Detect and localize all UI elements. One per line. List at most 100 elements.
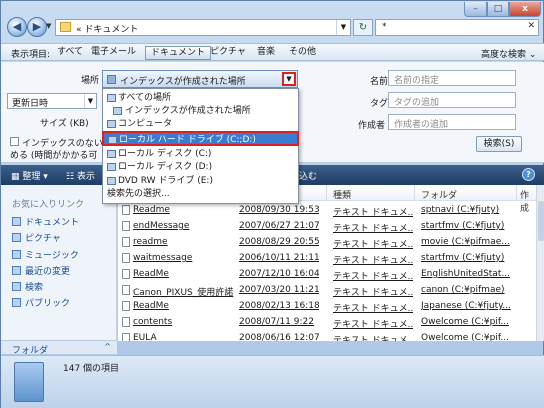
filter-tab-pictures[interactable]: ピクチャ — [205, 46, 251, 60]
table-row[interactable]: ReadMe 2007/12/10 16:04 テキスト ドキュメ... Englis… — [118, 267, 536, 283]
file-folder: EnglishUnitedStat... — [421, 269, 510, 279]
column-header-folder[interactable]: フォルダ — [421, 188, 457, 201]
table-row[interactable]: endMessage 2007/06/27 21:07 テキスト ドキュメ... st… — [118, 219, 536, 235]
author-field[interactable]: 作成者の追加 — [388, 114, 516, 130]
filter-tab-email[interactable]: 電子メール — [86, 46, 141, 60]
menu-item[interactable]: ローカル ディスク (D:) — [104, 161, 297, 174]
menu-item[interactable]: すべての場所 — [104, 92, 297, 105]
author-label: 作成者 — [358, 121, 386, 131]
date-combo-value: 更新日時 — [12, 99, 49, 109]
breadcrumb[interactable]: « ドキュメント — [76, 22, 138, 35]
drive-icon — [107, 150, 116, 158]
history-dropdown-icon[interactable]: ▼ — [46, 22, 51, 30]
file-date: 2008/02/13 16:18 — [239, 301, 319, 311]
refresh-button[interactable]: ↻ — [353, 19, 373, 36]
column-header-type[interactable]: 種類 — [333, 188, 351, 201]
file-date: 2008/06/16 12:07 — [239, 333, 319, 341]
nav-public[interactable]: パブリック — [12, 296, 70, 309]
search-input[interactable]: * ✕ — [375, 19, 539, 36]
search-button[interactable]: 検索(S) — [476, 136, 522, 152]
save-search-button[interactable]: 込む — [299, 169, 317, 182]
address-dropdown-icon[interactable]: ▼ — [336, 20, 350, 35]
file-name: Readme — [133, 205, 170, 215]
nav-pictures-label: ピクチャ — [25, 234, 61, 244]
date-dropdown-icon[interactable]: ▼ — [84, 94, 96, 108]
organize-menu[interactable]: ▦ 整理 ▾ — [11, 169, 48, 182]
text-file-icon — [122, 253, 130, 263]
nav-recent-changes[interactable]: 最近の変更 — [12, 264, 70, 277]
view-icon: ☷ — [66, 172, 75, 182]
nav-searches[interactable]: 検索 — [12, 280, 43, 293]
nav-music[interactable]: ミュージック — [12, 248, 79, 261]
close-button[interactable]: x — [509, 2, 541, 17]
filter-tab-documents[interactable]: ドキュメント — [145, 46, 212, 60]
nav-documents-label: ドキュメント — [25, 218, 80, 228]
table-row[interactable]: contents 2008/07/11 9:22 テキスト ドキュメ... Owelc… — [118, 315, 536, 331]
menu-item[interactable]: DVD RW ドライブ (E:) — [104, 175, 297, 188]
address-bar: ◀ ▶ ▼ « ドキュメント ▼ ↻ * ✕ – □ x — [1, 1, 544, 41]
help-icon[interactable]: ? — [522, 168, 535, 181]
column-separator[interactable] — [516, 185, 517, 201]
text-file-icon — [122, 221, 130, 231]
menu-item[interactable]: インデックスが作成された場所 — [104, 105, 297, 118]
clear-search-icon[interactable]: ✕ — [527, 21, 535, 31]
file-folder: Japanese (C:¥fjuty... — [421, 301, 511, 311]
chevron-up-icon: ^ — [104, 342, 111, 351]
vertical-scrollbar[interactable] — [536, 185, 544, 341]
file-folder: movie (C:¥pifmae... — [421, 237, 510, 247]
menu-item[interactable]: ローカル ディスク (C:) — [104, 148, 297, 161]
menu-item[interactable]: 検索先の選択... — [104, 188, 297, 201]
search-value: * — [382, 22, 387, 32]
file-name: waitmessage — [133, 253, 193, 263]
table-row[interactable]: EULA 2008/06/16 12:07 テキスト ドキュメ... Owelcome… — [118, 331, 536, 341]
favorite-links-pane: お気に入りリンク ドキュメント ピクチャ ミュージック 最近の変更 検索 パブリ… — [1, 185, 117, 341]
file-folder: canon (C:¥pifmae) — [421, 285, 505, 295]
back-button[interactable]: ◀ — [7, 17, 27, 37]
menu-item-label: 検索先の選択... — [107, 189, 170, 199]
location-combo[interactable]: インデックスが作成された場所 ▼ — [102, 70, 298, 88]
folders-toggle[interactable]: フォルダ ^ — [1, 340, 117, 356]
tag-field[interactable]: タグの追加 — [388, 92, 516, 108]
table-row[interactable]: ReadMe 2008/02/13 16:18 テキスト ドキュメ... Japane… — [118, 299, 536, 315]
file-date: 2008/09/30 19:53 — [239, 205, 319, 215]
table-row[interactable]: Readme 2008/09/30 19:53 テキスト ドキュメ... sptnav… — [118, 203, 536, 219]
table-row[interactable]: waitmessage 2006/10/11 21:11 テキスト ドキュメ... s… — [118, 251, 536, 267]
menu-item[interactable]: ローカル ハード ドライブ (C:;D:) — [102, 131, 299, 146]
forward-button[interactable]: ▶ — [27, 17, 47, 37]
file-name: ReadMe — [133, 269, 169, 279]
maximize-button[interactable]: □ — [487, 2, 509, 17]
column-separator[interactable] — [326, 185, 327, 201]
explorer-window: ◀ ▶ ▼ « ドキュメント ▼ ↻ * ✕ – □ x 表示項目: すべて 電… — [0, 0, 544, 408]
address-box[interactable]: « ドキュメント ▼ — [55, 19, 351, 36]
name-label: 名前 — [370, 77, 389, 87]
advanced-search-toggle[interactable]: 高度な検索 ⌄ — [481, 47, 536, 60]
table-row[interactable]: Canon_PIXUS_使用許諾 2007/03/20 11:21 テキスト ドキュ… — [118, 283, 536, 299]
filter-tab-all[interactable]: すべて — [52, 46, 88, 60]
scrollbar-thumb[interactable] — [538, 201, 544, 241]
minimize-button[interactable]: – — [464, 2, 487, 17]
nav-documents[interactable]: ドキュメント — [12, 215, 80, 228]
view-label: 表示 — [76, 172, 95, 182]
location-dropdown-menu: すべての場所 インデックスが作成された場所 コンピュータ ローカル ハード ドライブ … — [102, 88, 299, 204]
menu-item-label: ローカル ディスク (C:) — [118, 149, 212, 159]
table-row[interactable]: readme 2008/08/29 20:55 テキスト ドキュメ... movie … — [118, 235, 536, 251]
nav-pictures[interactable]: ピクチャ — [12, 231, 61, 244]
organize-label: 整理 — [22, 172, 41, 182]
drive-icon — [107, 94, 116, 102]
text-file-icon — [122, 317, 130, 327]
view-menu[interactable]: ☷ 表示 — [66, 169, 95, 182]
drive-icon — [107, 163, 116, 171]
filter-tab-other[interactable]: その他 — [284, 46, 321, 60]
location-dropdown-button[interactable]: ▼ — [282, 72, 296, 86]
column-separator[interactable] — [414, 185, 415, 201]
text-file-icon — [122, 285, 130, 295]
file-list: 種類 フォルダ 作成 Readme 2008/09/30 19:53 テキスト ドキ… — [118, 185, 536, 341]
location-icon — [107, 75, 116, 84]
file-date: 2007/03/20 11:21 — [239, 285, 319, 295]
file-type: テキスト ドキュメ... — [333, 208, 413, 218]
filter-tab-music[interactable]: 音楽 — [252, 46, 280, 60]
name-field[interactable]: 名前の指定 — [388, 70, 516, 86]
menu-item[interactable]: コンピュータ — [104, 118, 297, 131]
date-combo[interactable]: 更新日時 ▼ — [7, 93, 97, 109]
index-checkbox[interactable] — [10, 137, 19, 146]
